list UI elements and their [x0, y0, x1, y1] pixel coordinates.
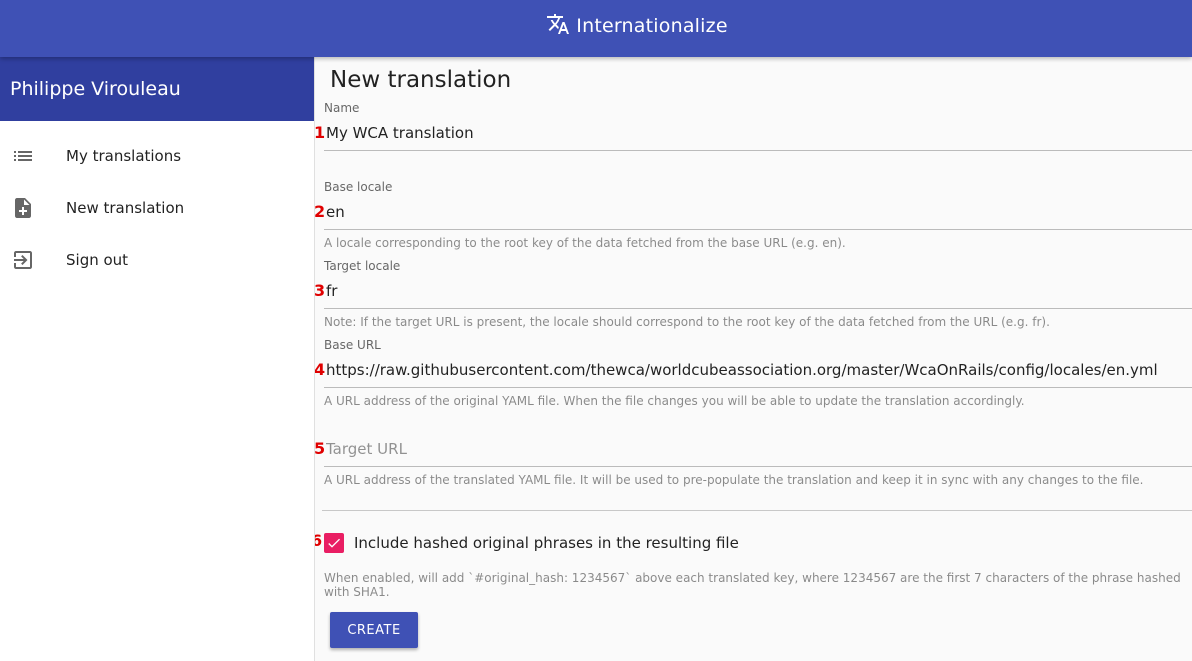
base-url-label: Base URL: [324, 338, 381, 352]
include-hash-checkbox[interactable]: [324, 533, 344, 553]
nav-item-new-translation[interactable]: New translation: [0, 182, 314, 234]
name-field: Name 1: [314, 101, 1192, 151]
nav-item-label: My translations: [66, 147, 182, 165]
nav-item-label: New translation: [66, 199, 185, 217]
base-locale-input[interactable]: [324, 196, 1192, 230]
checkmark-icon: [328, 538, 340, 548]
base-url-field: Base URL 4 A URL address of the original…: [314, 338, 1192, 408]
nav-item-my-translations[interactable]: My translations: [0, 130, 314, 182]
target-url-input[interactable]: [324, 433, 1192, 467]
annotation-marker-2: 2: [314, 202, 326, 221]
name-label: Name: [324, 101, 360, 115]
base-url-input[interactable]: [324, 354, 1192, 388]
include-hash-option: Include hashed original phrases in the r…: [324, 533, 739, 553]
annotation-marker-5: 5: [314, 439, 326, 458]
app-bar: Internationalize: [0, 0, 1192, 57]
target-url-label-spacer: [324, 417, 1192, 433]
app-brand: Internationalize: [546, 12, 728, 40]
include-hash-label[interactable]: Include hashed original phrases in the r…: [354, 534, 739, 552]
target-locale-field: Target locale 3 Note: If the target URL …: [314, 259, 1192, 329]
nav-list: My translations New translation Sign out: [0, 121, 314, 286]
user-name: Philippe Virouleau: [10, 78, 181, 100]
translate-icon: [546, 12, 570, 40]
exit-icon: [0, 248, 66, 272]
target-locale-input[interactable]: [324, 275, 1192, 309]
target-locale-label: Target locale: [324, 259, 401, 273]
divider: [322, 510, 1192, 511]
drawer-header: Philippe Virouleau: [0, 57, 314, 121]
note-add-icon: [0, 196, 66, 220]
annotation-marker-4: 4: [314, 360, 326, 379]
create-button[interactable]: CREATE: [330, 612, 418, 648]
app-title: Internationalize: [576, 14, 728, 37]
base-locale-field: Base locale 2 A locale corresponding to …: [314, 180, 1192, 250]
base-locale-help: A locale corresponding to the root key o…: [324, 236, 846, 250]
list-icon: [0, 144, 66, 168]
base-url-help: A URL address of the original YAML file.…: [324, 394, 1025, 408]
main-content: New translation Name 1 Base locale 2 A l…: [311, 57, 1192, 661]
page-title: New translation: [330, 67, 512, 93]
base-locale-label: Base locale: [324, 180, 393, 194]
target-locale-help: Note: If the target URL is present, the …: [324, 315, 1050, 329]
annotation-marker-1: 1: [314, 123, 326, 142]
target-url-field: 5 A URL address of the translated YAML f…: [314, 417, 1192, 487]
nav-item-sign-out[interactable]: Sign out: [0, 234, 314, 286]
target-url-help: A URL address of the translated YAML fil…: [324, 473, 1144, 487]
navigation-drawer: Philippe Virouleau My translations New t…: [0, 57, 315, 661]
name-input[interactable]: [324, 117, 1192, 151]
nav-item-label: Sign out: [66, 251, 129, 269]
include-hash-help: When enabled, will add `#original_hash: …: [324, 571, 1181, 599]
annotation-marker-3: 3: [314, 281, 326, 300]
